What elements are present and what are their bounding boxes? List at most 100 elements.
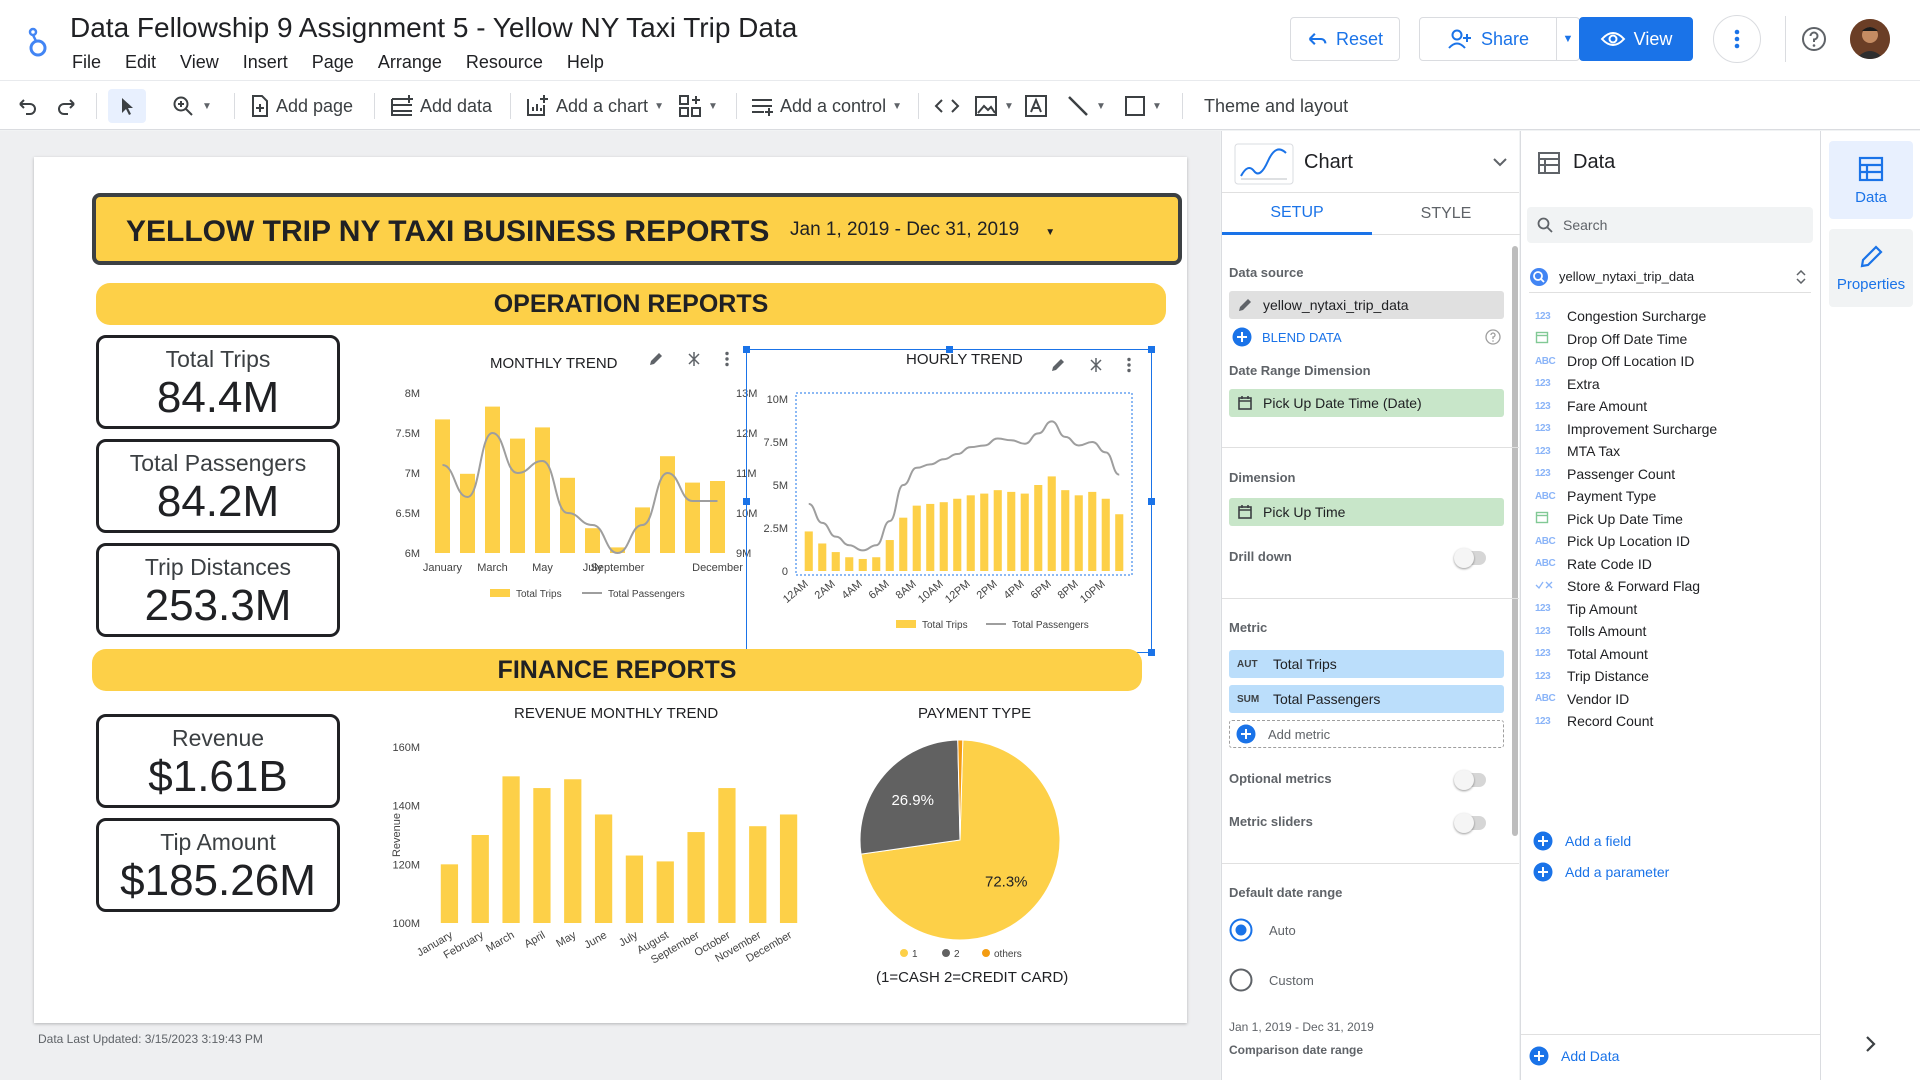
add-parameter-button[interactable]: Add a parameter: [1533, 862, 1669, 882]
selection-handle[interactable]: [743, 346, 750, 353]
line-icon: [1068, 96, 1088, 116]
insert-shape-button[interactable]: ▼: [1124, 89, 1162, 123]
kpi-tip-amount[interactable]: Tip Amount $185.26M: [96, 818, 340, 912]
kpi-total-passengers[interactable]: Total Passengers 84.2M: [96, 439, 340, 533]
line-chart-icon[interactable]: [1234, 143, 1294, 185]
custom-radio[interactable]: Custom: [1229, 968, 1314, 992]
field-item[interactable]: 123 Record Count: [1535, 708, 1653, 734]
number-type-icon: 123: [1535, 468, 1551, 479]
vertical-dots-icon[interactable]: [1126, 357, 1132, 373]
hourly-trend-chart[interactable]: 0 2.5M 5M 7.5M 10M 12AM 2AM 4AM 6AM 8AM10AM12PM 2P…: [756, 389, 1146, 639]
looker-studio-logo[interactable]: [22, 24, 52, 58]
panel-scrollbar[interactable]: [1512, 246, 1518, 836]
report-title[interactable]: Data Fellowship 9 Assignment 5 - Yellow …: [70, 12, 797, 44]
menu-view[interactable]: View: [180, 52, 219, 73]
kpi-trip-distances[interactable]: Trip Distances 253.3M: [96, 543, 340, 637]
y-axis-tick: 0: [782, 566, 788, 578]
chevron-right-icon[interactable]: [1865, 1035, 1877, 1053]
edit-pencil-icon[interactable]: [648, 351, 664, 367]
optional-metrics-toggle[interactable]: [1454, 770, 1486, 790]
kpi-total-trips[interactable]: Total Trips 84.4M: [96, 335, 340, 429]
select-tool[interactable]: [108, 89, 146, 123]
help-button[interactable]: [1799, 24, 1829, 54]
drill-down-toggle[interactable]: [1454, 548, 1486, 568]
bar-total-trips: [993, 490, 1002, 571]
tab-style[interactable]: STYLE: [1372, 193, 1520, 235]
blend-data-button[interactable]: BLEND DATA: [1232, 327, 1342, 347]
share-button[interactable]: Share: [1419, 17, 1557, 61]
selection-handle[interactable]: [1148, 346, 1155, 353]
x-axis-tick: 12PM: [943, 578, 973, 606]
metric-name: Total Trips: [1273, 656, 1337, 672]
add-control-button[interactable]: Add a control ▼: [750, 89, 902, 123]
selection-handle[interactable]: [1148, 649, 1155, 656]
insert-line-button[interactable]: ▼: [1066, 89, 1106, 123]
vertical-dots-icon[interactable]: [724, 351, 730, 367]
edit-pencil-icon[interactable]: [1050, 357, 1066, 373]
left-axis-tick: 7M: [405, 468, 420, 480]
auto-label: Auto: [1269, 922, 1296, 938]
insert-image-button[interactable]: ▼: [974, 89, 1014, 123]
bar-total-trips: [510, 438, 525, 553]
chevron-down-icon[interactable]: [1492, 157, 1508, 167]
data-source-chip[interactable]: yellow_nytaxi_trip_data: [1229, 291, 1504, 319]
metric-sliders-toggle[interactable]: [1454, 813, 1486, 833]
share-dropdown-button[interactable]: ▼: [1556, 17, 1580, 61]
default-date-range-label: Default date range: [1229, 885, 1343, 900]
redo-button[interactable]: [56, 89, 78, 123]
payment-type-title: PAYMENT TYPE: [918, 705, 1032, 722]
menu-arrange[interactable]: Arrange: [378, 52, 442, 73]
caret-down-icon: ▼: [1562, 33, 1574, 45]
add-chart-button[interactable]: Add a chart ▼: [526, 89, 664, 123]
view-button[interactable]: View: [1579, 17, 1693, 61]
help-icon[interactable]: [1485, 329, 1501, 345]
auto-radio[interactable]: Auto: [1229, 918, 1296, 942]
menu-resource[interactable]: Resource: [466, 52, 543, 73]
avatar[interactable]: [1850, 19, 1890, 59]
menu-help[interactable]: Help: [567, 52, 604, 73]
cross-filter-icon[interactable]: [1088, 357, 1104, 373]
rail-properties-tab[interactable]: Properties: [1829, 229, 1913, 307]
finance-reports-header: FINANCE REPORTS: [92, 649, 1142, 691]
insert-text-button[interactable]: [1024, 89, 1048, 123]
community-visualizations-button[interactable]: ▼: [678, 89, 718, 123]
add-metric-button[interactable]: Add metric: [1229, 720, 1504, 748]
add-field-button[interactable]: Add a field: [1533, 831, 1631, 851]
selection-handle[interactable]: [743, 498, 750, 505]
report-page[interactable]: YELLOW TRIP NY TAXI BUSINESS REPORTS Jan…: [34, 157, 1187, 1023]
monthly-trend-chart[interactable]: 6M6.5M7M7.5M8M9M10M11M12M13MJanuary March…: [350, 383, 780, 613]
add-data-button[interactable]: Add data: [390, 89, 492, 123]
zoom-button[interactable]: ▼: [172, 89, 212, 123]
revenue-monthly-chart[interactable]: 100M120M140M160MRevenueJanuaryFebruaryMa…: [354, 727, 834, 997]
metric-chip-total-passengers[interactable]: SUM Total Passengers: [1229, 685, 1504, 713]
date-range-summary: Jan 1, 2019 - Dec 31, 2019: [1229, 1020, 1374, 1034]
add-page-button[interactable]: Add page: [250, 89, 353, 123]
selection-handle[interactable]: [1148, 498, 1155, 505]
menu-page[interactable]: Page: [312, 52, 354, 73]
rail-data-tab[interactable]: Data: [1829, 141, 1913, 219]
embed-code-button[interactable]: [934, 89, 960, 123]
tab-setup[interactable]: SETUP: [1222, 193, 1372, 235]
menu-file[interactable]: File: [72, 52, 101, 73]
metric-chip-total-trips[interactable]: AUT Total Trips: [1229, 650, 1504, 678]
kpi-revenue[interactable]: Revenue $1.61B: [96, 714, 340, 808]
cross-filter-icon[interactable]: [686, 351, 702, 367]
more-options-button[interactable]: [1713, 15, 1761, 63]
date-range-control[interactable]: Jan 1, 2019 - Dec 31, 2019 ▼: [790, 219, 1055, 241]
menu-edit[interactable]: Edit: [125, 52, 156, 73]
rectangle-icon: [1125, 96, 1145, 116]
dimension-chip[interactable]: Pick Up Time: [1229, 498, 1504, 526]
add-data-button[interactable]: Add Data: [1529, 1046, 1619, 1066]
field-search[interactable]: Search: [1527, 207, 1813, 243]
date-range-dimension-chip[interactable]: Pick Up Date Time (Date): [1229, 389, 1504, 417]
add-circle-icon: [1236, 724, 1256, 744]
payment-type-pie[interactable]: 72.3% 26.9% 1 2 others: [859, 733, 1090, 963]
x-axis-tick: January: [423, 562, 463, 574]
undo-icon: [19, 99, 36, 115]
data-source-selector[interactable]: yellow_nytaxi_trip_data: [1529, 261, 1811, 293]
undo-button[interactable]: [16, 89, 38, 123]
reset-button[interactable]: Reset: [1290, 17, 1400, 61]
chart-properties-panel: Chart SETUP STYLE Data source yellow_nyt…: [1221, 131, 1520, 1080]
menu-insert[interactable]: Insert: [243, 52, 288, 73]
theme-layout-button[interactable]: Theme and layout: [1204, 89, 1348, 123]
